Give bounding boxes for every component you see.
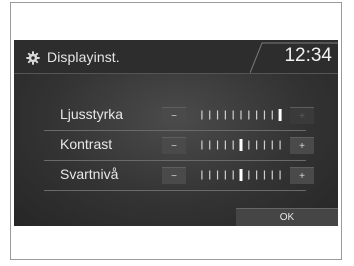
scale-tick <box>216 170 219 180</box>
scale-tick <box>263 140 266 150</box>
level-marker <box>278 109 282 121</box>
scale-tick <box>263 170 266 180</box>
scale-tick <box>224 140 226 150</box>
row-divider <box>44 190 306 191</box>
scale-tick <box>263 110 266 120</box>
setting-label: Svartnivå <box>60 166 119 182</box>
level-scale <box>201 139 281 151</box>
setting-row-kontrast: Kontrast − + <box>44 132 338 161</box>
gear-icon <box>26 51 40 65</box>
setting-row-svartniva: Svartnivå − + <box>44 162 338 191</box>
scale-tick <box>209 170 211 180</box>
scale-tick <box>201 110 203 120</box>
scale-tick <box>271 140 273 150</box>
scale-tick <box>256 140 258 150</box>
decrease-button[interactable]: − <box>162 137 186 154</box>
scale-tick <box>216 140 219 150</box>
scale-tick <box>256 110 258 120</box>
scale-tick <box>232 170 234 180</box>
decrease-button[interactable]: − <box>162 107 186 124</box>
level-marker <box>239 169 243 181</box>
setting-label: Kontrast <box>60 136 113 152</box>
clock-box: 12:34 <box>250 40 338 74</box>
scale-tick <box>224 110 226 120</box>
display-screen: Displayinst. 12:34 Ljusstyrka − + Kontra… <box>14 40 338 226</box>
scale-tick <box>201 170 203 180</box>
setting-label: Ljusstyrka <box>60 106 124 122</box>
level-scale <box>201 169 281 181</box>
scale-tick <box>209 140 211 150</box>
settings-area: Ljusstyrka − + Kontrast − + Svartnivå − … <box>14 74 338 226</box>
scale-tick <box>240 110 242 120</box>
scale-tick <box>279 140 281 150</box>
screen-title: Displayinst. <box>47 49 120 65</box>
scale-tick <box>248 110 250 120</box>
increase-button[interactable]: + <box>290 137 314 154</box>
decrease-button[interactable]: − <box>162 167 186 184</box>
scale-tick <box>232 140 234 150</box>
scale-tick <box>279 170 281 180</box>
ok-button[interactable]: OK <box>236 208 338 226</box>
increase-button[interactable]: + <box>290 107 314 124</box>
scale-tick <box>201 140 203 150</box>
scale-tick <box>224 170 226 180</box>
row-divider <box>44 130 306 131</box>
scale-tick <box>232 110 234 120</box>
scale-tick <box>271 170 273 180</box>
scale-tick <box>248 170 250 180</box>
scale-tick <box>216 110 219 120</box>
scale-tick <box>248 140 250 150</box>
setting-row-ljusstyrka: Ljusstyrka − + <box>44 102 338 131</box>
clock: 12:34 <box>284 45 332 66</box>
scale-tick <box>271 110 273 120</box>
row-divider <box>44 160 306 161</box>
scale-tick <box>209 110 211 120</box>
level-scale <box>201 109 282 121</box>
level-marker <box>239 139 243 151</box>
scale-tick <box>256 170 258 180</box>
increase-button[interactable]: + <box>290 167 314 184</box>
